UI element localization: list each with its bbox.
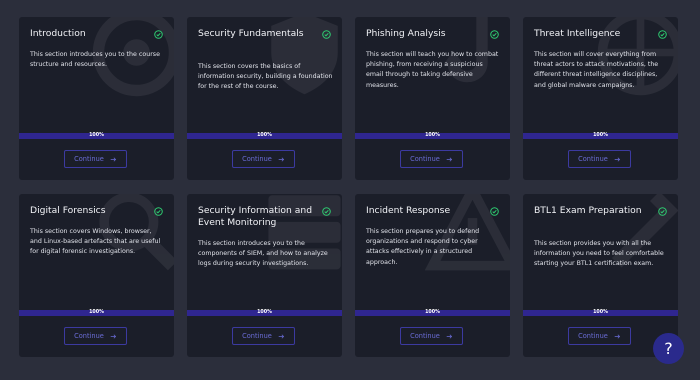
progress-label: 100% bbox=[425, 309, 440, 315]
continue-button[interactable]: Continue bbox=[64, 327, 127, 345]
continue-label: Continue bbox=[242, 332, 272, 340]
help-button[interactable]: ? bbox=[653, 333, 684, 364]
progress-label: 100% bbox=[257, 309, 272, 315]
section-description: This section introduces you to the compo… bbox=[198, 240, 328, 268]
section-title: BTL1 Exam Preparation bbox=[534, 205, 642, 216]
section-title: Introduction bbox=[30, 28, 86, 39]
continue-label: Continue bbox=[410, 155, 440, 163]
progress-bar: 100% bbox=[355, 310, 510, 316]
section-card-threat-intelligence[interactable]: Threat Intelligence This section will co… bbox=[523, 17, 678, 180]
continue-label: Continue bbox=[578, 332, 608, 340]
section-title: Security Fundamentals bbox=[198, 28, 304, 39]
progress-label: 100% bbox=[593, 309, 608, 315]
arrow-right-icon bbox=[110, 334, 116, 338]
arrow-right-icon bbox=[446, 157, 452, 161]
continue-button[interactable]: Continue bbox=[232, 327, 295, 345]
progress-bar: 100% bbox=[523, 310, 678, 316]
progress-bar: 100% bbox=[19, 133, 174, 139]
arrow-right-icon bbox=[110, 157, 116, 161]
progress-label: 100% bbox=[89, 132, 104, 138]
completed-check-icon bbox=[322, 207, 331, 216]
continue-button[interactable]: Continue bbox=[400, 327, 463, 345]
section-title: Incident Response bbox=[366, 205, 451, 216]
continue-button[interactable]: Continue bbox=[568, 327, 631, 345]
arrow-right-icon bbox=[614, 334, 620, 338]
course-section-grid: Introduction This section introduces you… bbox=[19, 17, 678, 357]
progress-bar: 100% bbox=[355, 133, 510, 139]
section-card-digital-forensics[interactable]: Digital Forensics This section covers Wi… bbox=[19, 194, 174, 357]
continue-button[interactable]: Continue bbox=[568, 150, 631, 168]
section-card-introduction[interactable]: Introduction This section introduces you… bbox=[19, 17, 174, 180]
progress-bar: 100% bbox=[187, 133, 342, 139]
section-description: This section provides you with all the i… bbox=[534, 240, 664, 268]
arrow-right-icon bbox=[278, 157, 284, 161]
progress-bar: 100% bbox=[19, 310, 174, 316]
continue-button[interactable]: Continue bbox=[64, 150, 127, 168]
section-card-phishing-analysis[interactable]: Phishing Analysis This section will teac… bbox=[355, 17, 510, 180]
completed-check-icon bbox=[490, 207, 499, 216]
completed-check-icon bbox=[154, 207, 163, 216]
continue-button[interactable]: Continue bbox=[400, 150, 463, 168]
section-title: Security Information and Event Monitorin… bbox=[198, 205, 313, 228]
continue-label: Continue bbox=[242, 155, 272, 163]
progress-bar: 100% bbox=[523, 133, 678, 139]
section-card-siem[interactable]: Security Information and Event Monitorin… bbox=[187, 194, 342, 357]
continue-label: Continue bbox=[74, 332, 104, 340]
section-title: Phishing Analysis bbox=[366, 28, 446, 39]
continue-label: Continue bbox=[578, 155, 608, 163]
completed-check-icon bbox=[658, 207, 667, 216]
section-description: This section covers Windows, browser, an… bbox=[30, 228, 161, 256]
progress-label: 100% bbox=[257, 132, 272, 138]
continue-label: Continue bbox=[410, 332, 440, 340]
continue-label: Continue bbox=[74, 155, 104, 163]
arrow-right-icon bbox=[614, 157, 620, 161]
section-description: This section prepares you to defend orga… bbox=[366, 228, 480, 266]
section-card-security-fundamentals[interactable]: Security Fundamentals This section cover… bbox=[187, 17, 342, 180]
section-description: This section will teach you how to comba… bbox=[366, 51, 499, 89]
completed-check-icon bbox=[154, 30, 163, 39]
progress-bar: 100% bbox=[187, 310, 342, 316]
section-description: This section introduces you to the cours… bbox=[30, 51, 160, 69]
continue-button[interactable]: Continue bbox=[232, 150, 295, 168]
progress-label: 100% bbox=[425, 132, 440, 138]
completed-check-icon bbox=[322, 30, 331, 39]
completed-check-icon bbox=[490, 30, 499, 39]
arrow-right-icon bbox=[446, 334, 452, 338]
section-title: Threat Intelligence bbox=[534, 28, 621, 39]
section-description: This section covers the basics of inform… bbox=[198, 63, 333, 91]
progress-label: 100% bbox=[89, 309, 104, 315]
section-title: Digital Forensics bbox=[30, 205, 106, 216]
section-description: This section will cover everything from … bbox=[534, 51, 659, 89]
question-mark-icon: ? bbox=[664, 339, 673, 358]
section-card-incident-response[interactable]: Incident Response This section prepares … bbox=[355, 194, 510, 357]
section-card-btl1-exam-preparation[interactable]: BTL1 Exam Preparation This section provi… bbox=[523, 194, 678, 357]
completed-check-icon bbox=[658, 30, 667, 39]
progress-label: 100% bbox=[593, 132, 608, 138]
arrow-right-icon bbox=[278, 334, 284, 338]
